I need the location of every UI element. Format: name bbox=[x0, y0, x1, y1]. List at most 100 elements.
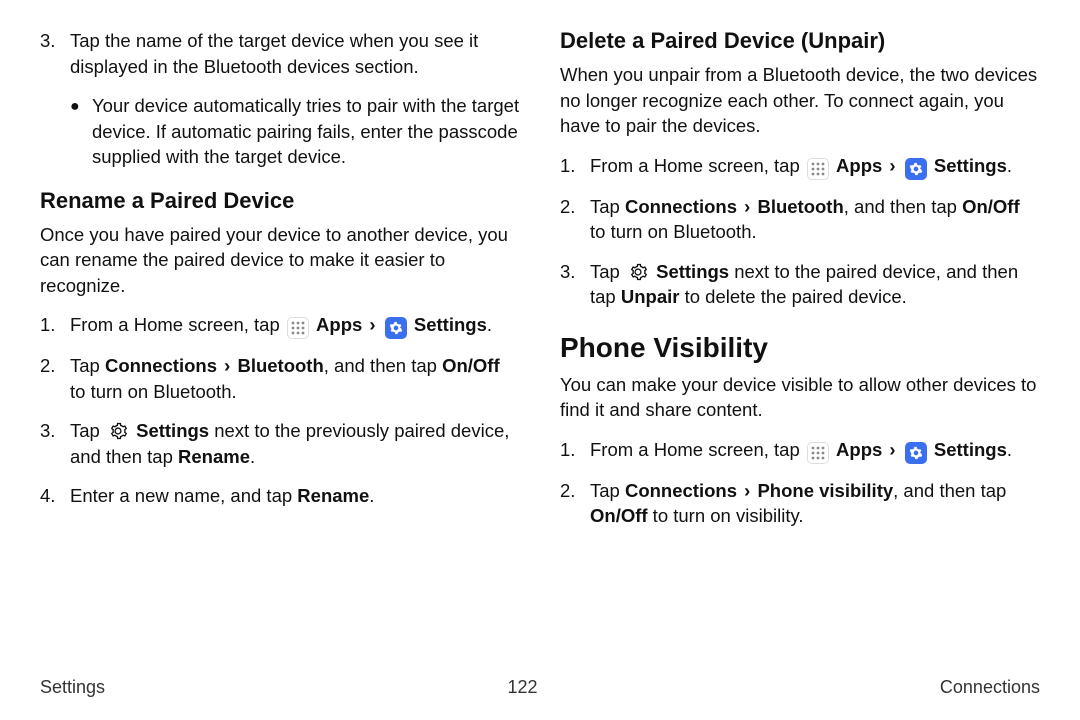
settings-label: Settings bbox=[934, 155, 1007, 176]
text-fragment: From a Home screen, tap bbox=[590, 439, 805, 460]
settings-icon bbox=[385, 317, 407, 339]
right-column: Delete a Paired Device (Unpair) When you… bbox=[560, 28, 1040, 543]
step-text: Tap Connections › Bluetooth, and then ta… bbox=[70, 353, 520, 404]
step-text: Enter a new name, and tap Rename. bbox=[70, 483, 520, 509]
text-fragment: Tap bbox=[590, 480, 625, 501]
bold-connections: Connections bbox=[625, 480, 737, 501]
apps-label: Apps bbox=[836, 439, 882, 460]
bold-unpair: Unpair bbox=[621, 286, 680, 307]
step-text: Tap Settings next to the paired device, … bbox=[590, 259, 1040, 310]
settings-icon bbox=[905, 442, 927, 464]
bold-onoff: On/Off bbox=[590, 505, 648, 526]
text-fragment: . bbox=[250, 446, 255, 467]
chevron-icon: › bbox=[887, 155, 897, 176]
text-fragment: to turn on visibility. bbox=[648, 505, 804, 526]
pv-intro-para: You can make your device visible to allo… bbox=[560, 372, 1040, 423]
text-fragment: . bbox=[487, 314, 492, 335]
bullet-dot: ● bbox=[70, 93, 92, 170]
settings-label: Settings bbox=[414, 314, 487, 335]
chevron-icon: › bbox=[367, 314, 377, 335]
step-text: From a Home screen, tap Apps › Settings. bbox=[70, 312, 520, 339]
step-text: From a Home screen, tap Apps › Settings. bbox=[590, 153, 1040, 180]
text-fragment: Tap bbox=[590, 196, 625, 217]
pv-step-1: 1. From a Home screen, tap Apps › Settin… bbox=[560, 437, 1040, 464]
chevron-icon: › bbox=[742, 196, 752, 217]
text-fragment: to turn on Bluetooth. bbox=[590, 221, 757, 242]
heading-phone-visibility: Phone Visibility bbox=[560, 332, 1040, 364]
bold-settings: Settings bbox=[136, 420, 209, 441]
settings-icon bbox=[905, 158, 927, 180]
apps-label: Apps bbox=[316, 314, 362, 335]
text-fragment: Tap bbox=[590, 261, 625, 282]
chevron-icon: › bbox=[742, 480, 752, 501]
rename-step-2: 2. Tap Connections › Bluetooth, and then… bbox=[40, 353, 520, 404]
delete-step-2: 2. Tap Connections › Bluetooth, and then… bbox=[560, 194, 1040, 245]
apps-icon bbox=[807, 158, 829, 180]
text-fragment: Tap bbox=[70, 420, 105, 441]
text-fragment: . bbox=[369, 485, 374, 506]
step-text: From a Home screen, tap Apps › Settings. bbox=[590, 437, 1040, 464]
intro-para: When you unpair from a Bluetooth device,… bbox=[560, 62, 1040, 139]
sub-bullet: ● Your device automatically tries to pai… bbox=[70, 93, 520, 170]
apps-icon bbox=[807, 442, 829, 464]
delete-step-3: 3. Tap Settings next to the paired devic… bbox=[560, 259, 1040, 310]
step-number: 2. bbox=[40, 353, 70, 404]
step-number: 3. bbox=[40, 418, 70, 469]
delete-step-1: 1. From a Home screen, tap Apps › Settin… bbox=[560, 153, 1040, 180]
rename-step-3: 3. Tap Settings next to the previously p… bbox=[40, 418, 520, 469]
text-fragment: . bbox=[1007, 155, 1012, 176]
text-fragment: , and then tap bbox=[844, 196, 962, 217]
step-text: Tap Settings next to the previously pair… bbox=[70, 418, 520, 469]
bold-rename: Rename bbox=[178, 446, 250, 467]
step-text: Tap Connections › Phone visibility, and … bbox=[590, 478, 1040, 529]
text-fragment: From a Home screen, tap bbox=[70, 314, 285, 335]
bold-bluetooth: Bluetooth bbox=[757, 196, 843, 217]
bold-onoff: On/Off bbox=[442, 355, 500, 376]
apps-label: Apps bbox=[836, 155, 882, 176]
left-column: 3. Tap the name of the target device whe… bbox=[40, 28, 520, 543]
rename-step-1: 1. From a Home screen, tap Apps › Settin… bbox=[40, 312, 520, 339]
text-fragment: to delete the paired device. bbox=[679, 286, 906, 307]
two-column-layout: 3. Tap the name of the target device whe… bbox=[40, 28, 1040, 543]
bold-bluetooth: Bluetooth bbox=[237, 355, 323, 376]
page-footer: Settings 122 Connections bbox=[40, 677, 1040, 698]
gear-outline-icon bbox=[627, 261, 649, 283]
bold-settings: Settings bbox=[656, 261, 729, 282]
text-fragment: , and then tap bbox=[893, 480, 1006, 501]
step-number: 3. bbox=[40, 28, 70, 79]
rename-step-4: 4. Enter a new name, and tap Rename. bbox=[40, 483, 520, 509]
step-number: 1. bbox=[560, 153, 590, 180]
step-text: Tap Connections › Bluetooth, and then ta… bbox=[590, 194, 1040, 245]
manual-page: 3. Tap the name of the target device whe… bbox=[0, 0, 1080, 720]
footer-page-number: 122 bbox=[507, 677, 537, 698]
step-number: 4. bbox=[40, 483, 70, 509]
continued-step-3: 3. Tap the name of the target device whe… bbox=[40, 28, 520, 79]
footer-right: Connections bbox=[940, 677, 1040, 698]
heading-rename: Rename a Paired Device bbox=[40, 188, 520, 214]
step-number: 1. bbox=[40, 312, 70, 339]
step-number: 2. bbox=[560, 478, 590, 529]
text-fragment: From a Home screen, tap bbox=[590, 155, 805, 176]
bold-rename: Rename bbox=[297, 485, 369, 506]
step-number: 3. bbox=[560, 259, 590, 310]
heading-delete: Delete a Paired Device (Unpair) bbox=[560, 28, 1040, 54]
step-number: 2. bbox=[560, 194, 590, 245]
intro-para: Once you have paired your device to anot… bbox=[40, 222, 520, 299]
text-fragment: Tap bbox=[70, 355, 105, 376]
pv-step-2: 2. Tap Connections › Phone visibility, a… bbox=[560, 478, 1040, 529]
chevron-icon: › bbox=[222, 355, 232, 376]
gear-outline-icon bbox=[107, 420, 129, 442]
bullet-text: Your device automatically tries to pair … bbox=[92, 93, 520, 170]
text-fragment: . bbox=[1007, 439, 1012, 460]
footer-left: Settings bbox=[40, 677, 105, 698]
settings-label: Settings bbox=[934, 439, 1007, 460]
bold-connections: Connections bbox=[625, 196, 737, 217]
apps-icon bbox=[287, 317, 309, 339]
bold-connections: Connections bbox=[105, 355, 217, 376]
step-number: 1. bbox=[560, 437, 590, 464]
text-fragment: to turn on Bluetooth. bbox=[70, 381, 237, 402]
text-fragment: Enter a new name, and tap bbox=[70, 485, 297, 506]
bold-onoff: On/Off bbox=[962, 196, 1020, 217]
text-fragment: , and then tap bbox=[324, 355, 442, 376]
bold-phone-visibility: Phone visibility bbox=[757, 480, 893, 501]
